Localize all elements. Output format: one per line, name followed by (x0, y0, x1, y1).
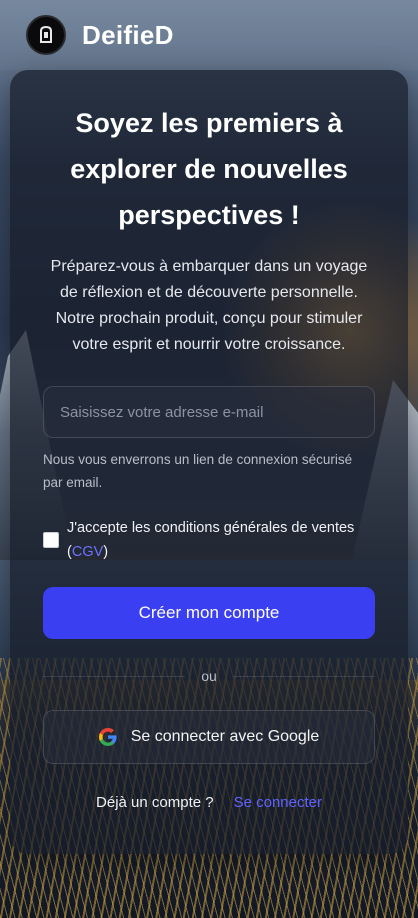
google-signin-button[interactable]: Se connecter avec Google (43, 710, 375, 764)
cgv-link[interactable]: CGV (72, 544, 103, 560)
login-question: Déjà un compte ? (96, 794, 214, 811)
logo-icon[interactable] (26, 15, 66, 55)
terms-text-suffix: ) (103, 544, 109, 560)
divider-line-left (43, 675, 186, 677)
intro-description: Préparez-vous à embarquer dans un voyage… (50, 258, 368, 353)
brand-name: DeifieD (82, 19, 174, 50)
or-divider: ou (43, 666, 376, 686)
top-header: DeifieD (0, 0, 418, 70)
divider-label: ou (201, 668, 217, 684)
login-link[interactable]: Se connecter (234, 794, 322, 811)
google-icon (98, 728, 117, 746)
terms-checkbox[interactable] (43, 532, 59, 548)
google-signin-label: Se connecter avec Google (130, 728, 320, 745)
email-field[interactable] (43, 386, 375, 438)
terms-row: J'accepte les conditions générales de ve… (43, 516, 383, 564)
create-account-button[interactable]: Créer mon compte (43, 587, 375, 639)
login-prompt: Déjà un compte ? Se connecter (10, 794, 408, 811)
email-hint: Nous vous enverrons un lien de connexion… (43, 452, 353, 490)
terms-label: J'accepte les conditions générales de ve… (67, 516, 383, 564)
divider-line-right (232, 675, 376, 677)
terms-text-prefix: J'accepte les conditions générales de ve… (67, 520, 355, 560)
signup-card: Soyez les premiers à explorer de nouvell… (10, 70, 408, 854)
page-title: Soyez les premiers à explorer de nouvell… (70, 108, 348, 230)
